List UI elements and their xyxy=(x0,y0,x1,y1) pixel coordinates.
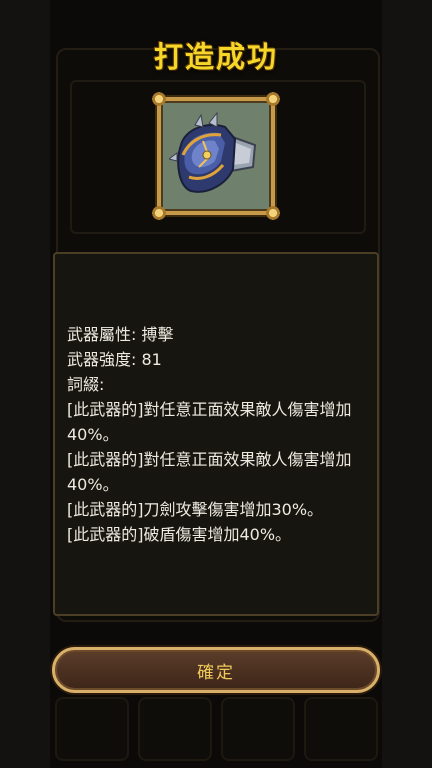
affix-heading: 詞綴: xyxy=(67,375,105,394)
frame-corner-ornament xyxy=(265,205,281,221)
game-screen: 打造成功 武器屬性: 搏擊 武器強度: 81 詞綴: [此武器的]對任意正面效果… xyxy=(0,0,432,768)
right-border xyxy=(382,0,432,768)
background-nav-item xyxy=(220,697,295,761)
dialog-title: 打造成功 xyxy=(153,40,278,74)
frame-corner-ornament xyxy=(151,91,167,107)
weapon-info-panel: 武器屬性: 搏擊 武器強度: 81 詞綴: [此武器的]對任意正面效果敵人傷害增… xyxy=(53,252,379,616)
background-nav-item xyxy=(137,697,212,761)
affix-line: [此武器的]對任意正面效果敵人傷害增加40%。 xyxy=(67,400,352,444)
background-nav-item xyxy=(54,697,129,761)
weapon-strength-line: 武器強度: 81 xyxy=(67,350,162,369)
weapon-attribute-line: 武器屬性: 搏擊 xyxy=(67,325,174,344)
affix-line: [此武器的]對任意正面效果敵人傷害增加40%。 xyxy=(67,450,352,494)
background-nav-item xyxy=(303,697,378,761)
confirm-button-label: 確定 xyxy=(197,662,235,683)
weapon-info-text: 武器屬性: 搏擊 武器強度: 81 詞綴: [此武器的]對任意正面效果敵人傷害增… xyxy=(67,322,367,547)
left-border xyxy=(0,0,50,768)
item-frame xyxy=(151,91,281,221)
affix-line: [此武器的]刀劍攻擊傷害增加30%。 xyxy=(67,500,324,519)
gauntlet-weapon-icon xyxy=(169,111,257,193)
confirm-button[interactable]: 確定 xyxy=(52,647,380,693)
frame-corner-ornament xyxy=(265,91,281,107)
affix-line: [此武器的]破盾傷害增加40%。 xyxy=(67,525,292,544)
frame-corner-ornament xyxy=(151,205,167,221)
background-nav xyxy=(50,690,382,768)
